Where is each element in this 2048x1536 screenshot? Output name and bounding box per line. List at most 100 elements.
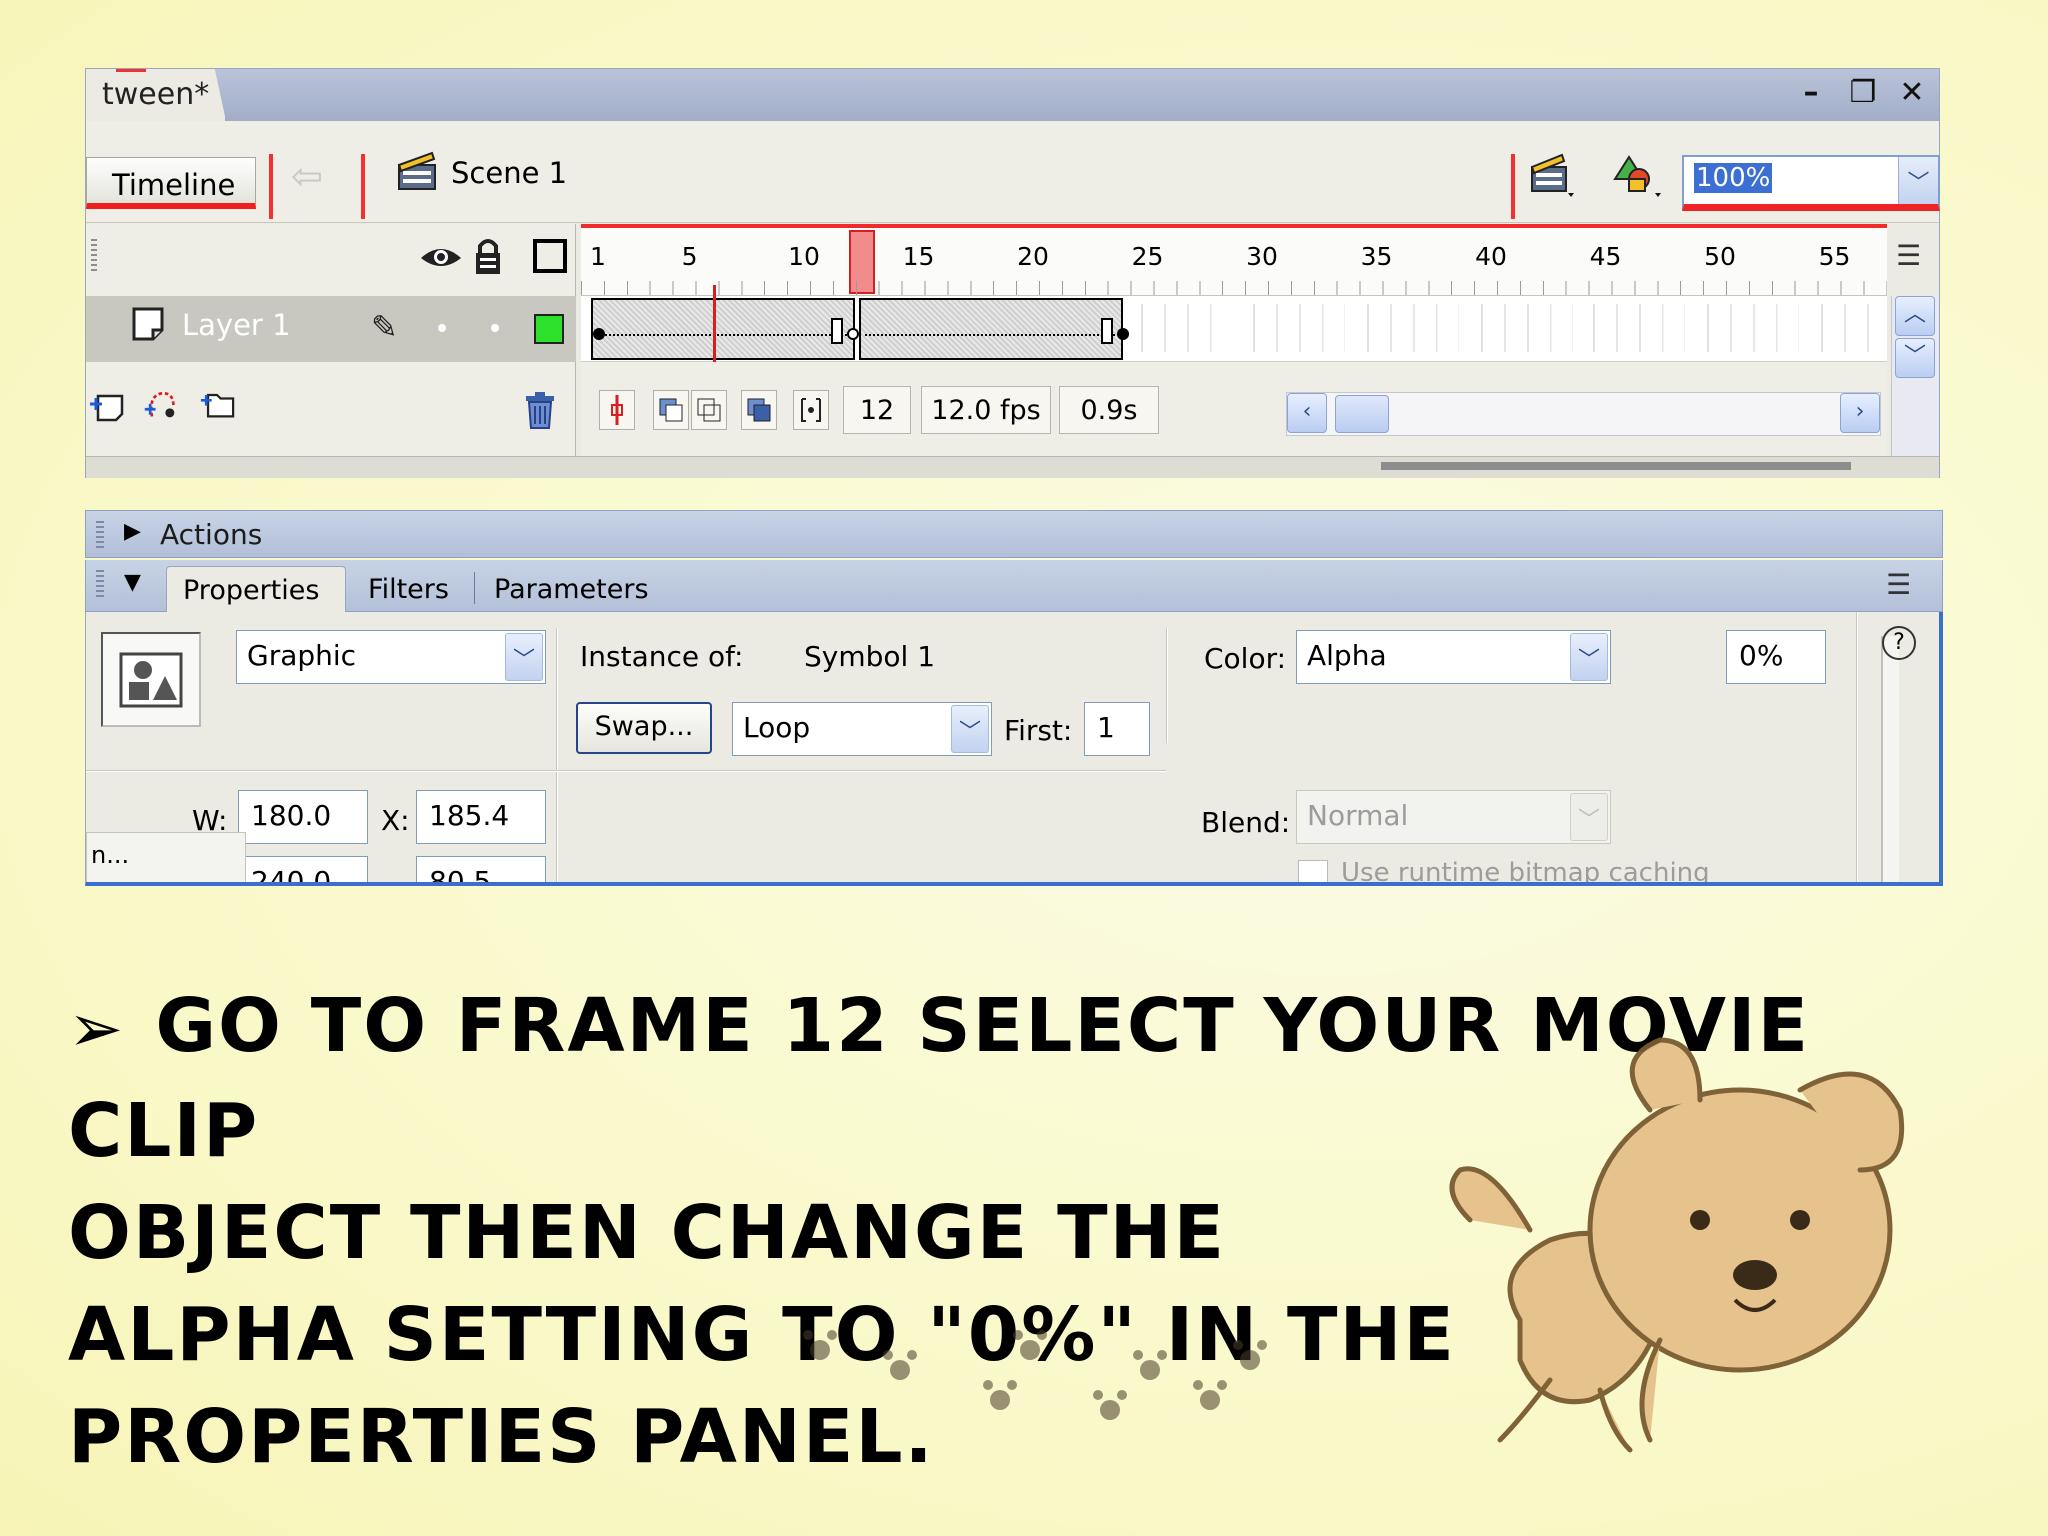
chevron-down-icon: ﹀	[1570, 793, 1608, 841]
document-title-bar: tween* – ❐ ✕	[86, 69, 1939, 121]
instance-of-value: Symbol 1	[804, 640, 936, 673]
symbol-type-select[interactable]: Graphic ﹀	[236, 630, 546, 684]
edit-symbols-icon[interactable]	[1611, 149, 1663, 199]
end-frame-marker	[1101, 318, 1113, 344]
blend-mode-select: Normal ﹀	[1296, 790, 1611, 844]
keyframe[interactable]	[1117, 328, 1129, 340]
paw-prints-decoration	[803, 1330, 1267, 1420]
alpha-slider[interactable]	[1881, 636, 1899, 882]
ruler-frame-number: 40	[1475, 242, 1507, 271]
blend-label: Blend:	[1201, 806, 1291, 839]
panel-menu-icon[interactable]: ☰	[1896, 239, 1921, 272]
tab-properties[interactable]: Properties	[166, 566, 346, 612]
loop-value: Loop	[743, 711, 811, 744]
x-label: X:	[381, 804, 410, 837]
insert-layer-icon[interactable]	[88, 390, 126, 424]
chevron-down-icon[interactable]: ﹀	[1898, 157, 1938, 204]
keyframe[interactable]	[847, 328, 859, 340]
minimize-button[interactable]: –	[1791, 75, 1831, 110]
chevron-down-icon[interactable]: ﹀	[1570, 633, 1608, 681]
first-frame-field[interactable]: 1	[1084, 702, 1150, 756]
swap-button[interactable]: Swap...	[576, 702, 712, 754]
ruler-frame-number: 45	[1589, 242, 1622, 271]
properties-panel-header: ▼ Properties Filters Parameters ☰	[85, 560, 1943, 612]
vertical-scrollbar[interactable]: ︿ ﹀	[1891, 296, 1939, 456]
scroll-thumb[interactable]	[1335, 395, 1389, 433]
ruler-frame-number: 55	[1818, 242, 1851, 271]
keyframe[interactable]	[593, 328, 605, 340]
chevron-down-icon[interactable]: ﹀	[505, 633, 543, 681]
bullet-arrow-icon: ➢	[68, 990, 126, 1067]
help-icon[interactable]: ?	[1882, 626, 1916, 660]
chevron-down-icon[interactable]: ﹀	[951, 705, 989, 753]
tab-parameters[interactable]: Parameters	[494, 574, 649, 605]
height-field[interactable]: 240.0	[238, 856, 368, 882]
end-frame-marker	[831, 318, 843, 344]
ruler-frame-number: 10	[788, 242, 820, 271]
lock-icon[interactable]	[474, 236, 502, 276]
document-tab[interactable]: tween*	[86, 69, 226, 121]
scene-breadcrumb[interactable]: Scene 1	[451, 156, 567, 190]
properties-panel-body: Graphic ﹀ Instance of: Symbol 1 Swap... …	[85, 612, 1943, 886]
symbol-type-value: Graphic	[247, 639, 357, 672]
blend-mode-value: Normal	[1307, 799, 1409, 832]
frames-row[interactable]	[581, 296, 1887, 362]
layer-name[interactable]: Layer 1	[182, 308, 291, 342]
layer-header	[86, 224, 576, 296]
scroll-up-icon[interactable]: ︿	[1895, 296, 1935, 336]
visibility-dot[interactable]	[438, 324, 446, 332]
timeline-status-bar: 12 12.0 fps 0.9s ‹ ›	[581, 362, 1887, 456]
zoom-combobox[interactable]: 100% ﹀	[1682, 155, 1940, 211]
expand-arrow-icon[interactable]: ▶	[124, 519, 141, 544]
eye-icon[interactable]	[419, 240, 463, 274]
modify-onion-markers-icon[interactable]	[793, 390, 829, 430]
elapsed-time-field: 0.9s	[1059, 386, 1159, 434]
horizontal-scrollbar[interactable]: ‹ ›	[1286, 392, 1881, 436]
frame-ruler[interactable]: 1 5 10 15 20 25 30 35 40 45 50 55	[581, 224, 1887, 296]
add-motion-guide-icon[interactable]	[141, 386, 179, 420]
panel-menu-icon[interactable]: ☰	[1886, 568, 1911, 601]
outline-icon[interactable]	[533, 239, 567, 273]
layer-row[interactable]: Layer 1 ✎	[86, 296, 576, 362]
onion-skin-icon[interactable]	[653, 390, 689, 430]
pencil-icon: ✎	[371, 308, 398, 346]
grip-handle-icon[interactable]	[91, 239, 97, 273]
dog-illustration	[1449, 1037, 1905, 1453]
layer-page-icon	[132, 307, 164, 341]
timeline-toggle-button[interactable]: Timeline	[86, 157, 256, 209]
color-label: Color:	[1204, 642, 1287, 675]
runtime-caching-checkbox	[1298, 860, 1328, 882]
delete-layer-icon[interactable]	[523, 390, 557, 430]
actions-panel-header[interactable]: ▶ Actions	[85, 510, 1943, 558]
back-arrow-icon[interactable]: ⇦	[291, 154, 323, 198]
ruler-frame-number: 5	[681, 242, 698, 271]
close-button[interactable]: ✕	[1892, 75, 1932, 110]
collapse-arrow-icon[interactable]: ▼	[124, 570, 141, 595]
y-position-field[interactable]: 80.5	[416, 856, 546, 882]
layer-tools	[86, 362, 576, 456]
frame-rate-field[interactable]: 12.0 fps	[921, 386, 1051, 434]
x-position-field[interactable]: 185.4	[416, 790, 546, 844]
color-effect-select[interactable]: Alpha ﹀	[1296, 630, 1611, 684]
scroll-down-icon[interactable]: ﹀	[1895, 338, 1935, 378]
layer-outline-color[interactable]	[534, 314, 564, 344]
current-frame-field: 12	[843, 386, 911, 434]
center-frame-icon[interactable]	[599, 390, 635, 430]
alpha-amount-field[interactable]: 0%	[1726, 630, 1826, 684]
tab-filters[interactable]: Filters	[368, 574, 449, 605]
insert-layer-folder-icon[interactable]	[198, 386, 236, 420]
onion-skin-outlines-icon[interactable]	[691, 390, 727, 430]
edit-scene-icon[interactable]	[1528, 149, 1576, 199]
lock-dot[interactable]	[491, 324, 499, 332]
width-field[interactable]: 180.0	[238, 790, 368, 844]
first-label: First:	[1004, 714, 1073, 747]
edit-multiple-frames-icon[interactable]	[741, 390, 777, 430]
loop-select[interactable]: Loop ﹀	[732, 702, 992, 756]
motion-tween-span[interactable]	[859, 298, 1123, 360]
scroll-right-icon[interactable]: ›	[1840, 393, 1880, 433]
restore-button[interactable]: ❐	[1843, 75, 1883, 110]
motion-tween-span[interactable]	[591, 298, 855, 360]
scroll-left-icon[interactable]: ‹	[1287, 393, 1327, 433]
runtime-caching-label: Use runtime bitmap caching	[1341, 858, 1710, 886]
actions-panel-title[interactable]: Actions	[160, 518, 262, 551]
